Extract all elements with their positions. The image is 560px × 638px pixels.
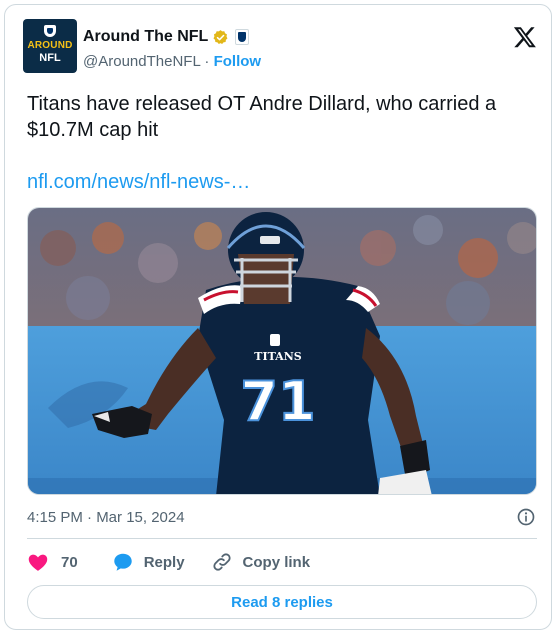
avatar-logo-text-bottom: NFL [39,52,61,64]
reply-bubble-icon [113,553,132,571]
author-handle[interactable]: @AroundTheNFL [83,53,200,70]
tweet-embed-card: AROUND NFL Around The NFL @AroundTheNFL … [4,4,552,630]
divider [27,538,537,539]
author-display-name[interactable]: Around The NFL [83,28,208,46]
nfl-shield-icon [44,25,56,37]
handle-separator: · [204,53,210,70]
tweet-photo[interactable]: TITANS 71 [27,207,537,495]
copy-link-button[interactable]: Copy link [211,551,311,573]
player-photo-illustration: TITANS 71 [28,208,536,494]
reply-button[interactable]: Reply [112,551,185,573]
like-count: 70 [61,553,78,571]
action-bar: 70 Reply Copy link [27,551,310,573]
avatar-logo-text-top: AROUND [27,40,73,51]
x-logo-icon[interactable] [513,25,537,49]
verified-gold-badge-icon [213,29,228,44]
author-avatar[interactable]: AROUND NFL [23,19,77,73]
info-icon[interactable] [516,507,536,527]
author-name-row: Around The NFL [83,27,250,47]
read-replies-label: Read 8 replies [231,593,333,611]
follow-button[interactable]: Follow [214,53,262,70]
reply-label: Reply [143,553,185,571]
read-replies-button[interactable]: Read 8 replies [27,585,537,619]
heart-icon [28,554,48,571]
like-button[interactable]: 70 [27,551,78,573]
jersey-number: 71 [240,370,315,433]
nfl-shield-icon [235,29,250,45]
tweet-timestamp[interactable]: 4:15 PM · Mar 15, 2024 [27,509,185,526]
tweet-text: Titans have released OT Andre Dillard, w… [27,93,497,141]
jersey-wordmark: TITANS [254,350,302,363]
copy-link-label: Copy link [242,553,311,571]
article-link[interactable]: nfl.com/news/nfl-news-… [27,171,250,194]
link-chain-icon [212,553,231,571]
author-handle-row: @AroundTheNFL · Follow [83,53,261,70]
